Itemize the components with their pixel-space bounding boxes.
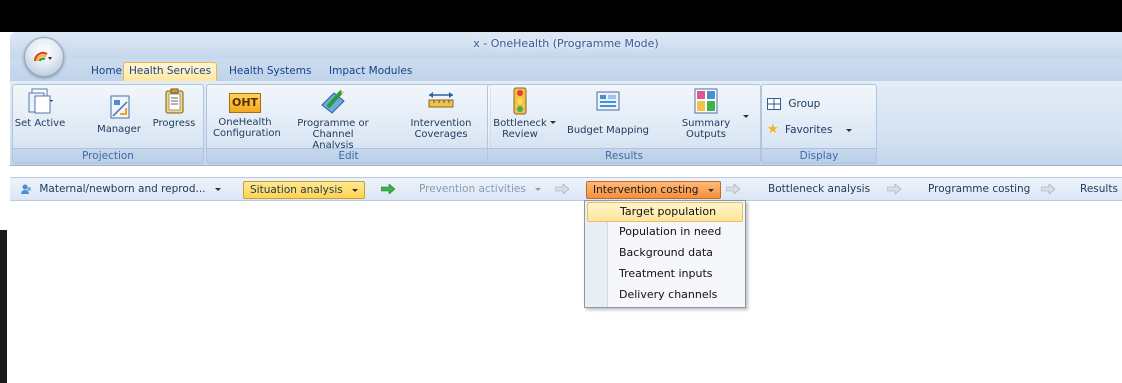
window-title: x - OneHealth (Programme Mode) [473, 37, 659, 50]
progress-label: Progress [152, 118, 196, 129]
gray-arrow-icon [887, 184, 901, 194]
tab-health-services[interactable]: Health Services [123, 62, 218, 81]
menu-item-target-population[interactable]: Target population [587, 202, 743, 222]
coverages-label-1: Intervention [410, 118, 472, 129]
group-display: Group ★ Favorites Display [761, 84, 877, 164]
tab-home[interactable]: Home [86, 63, 127, 81]
app-window: x - OneHealth (Programme Mode) Home Heal… [10, 32, 1122, 383]
onehealth-configuration-label-2: Configuration [213, 128, 281, 139]
clipboard-icon [165, 88, 184, 114]
intervention-costing-label: Intervention costing [593, 184, 699, 196]
favorites-dropdown-arrow [845, 128, 852, 132]
menu-item-treatment-inputs[interactable]: Treatment inputs [587, 264, 741, 284]
module-label: Maternal/newborn and reprod... [39, 183, 206, 195]
programme-channel-analysis-button[interactable]: Programme or Channel Analysis [293, 87, 373, 151]
onehealth-configuration-button[interactable]: OHT OneHealth Configuration [213, 87, 281, 139]
summary-label-1: Summary [681, 118, 731, 129]
budget-mapping-label: Budget Mapping [566, 125, 650, 136]
budget-mapping-icon [596, 91, 620, 111]
progress-button[interactable]: Progress [149, 87, 199, 129]
desktop-edge-dark [0, 230, 7, 383]
intervention-coverages-button[interactable]: Intervention Coverages [403, 87, 479, 140]
manager-icon [110, 95, 130, 119]
title-bar: x - OneHealth (Programme Mode) [10, 32, 1122, 59]
gray-arrow-icon [726, 184, 740, 194]
ribbon-panel: Set Active Manager Progress Projection O… [10, 81, 1122, 166]
group-button[interactable]: Group [767, 97, 820, 111]
step-results[interactable]: Results [1074, 181, 1122, 197]
display-group-label: Display [762, 148, 876, 163]
manager-button[interactable]: Manager [93, 93, 145, 135]
intervention-costing-menu: Target population Population in need Bac… [584, 200, 746, 308]
menu-item-population-in-need[interactable]: Population in need [587, 222, 741, 242]
projection-group-label: Projection [13, 148, 203, 163]
star-icon: ★ [767, 122, 779, 137]
prevention-activities-label: Prevention activities [419, 183, 526, 195]
tab-impact-modules[interactable]: Impact Modules [324, 63, 417, 81]
application-menu-button[interactable] [24, 37, 64, 77]
situation-analysis-label: Situation analysis [250, 184, 343, 196]
set-active-icon [28, 88, 53, 114]
ruler-icon [428, 92, 454, 108]
bottleneck-label-1: Bottleneck [493, 118, 547, 129]
manager-label: Manager [97, 124, 141, 135]
gray-arrow-icon [555, 184, 569, 194]
rainbow-logo-icon [33, 51, 52, 62]
set-active-label: Set Active [14, 118, 66, 129]
green-arrow-icon [381, 184, 395, 194]
favorites-button[interactable]: ★ Favorites [767, 123, 852, 137]
step-intervention-costing[interactable]: Intervention costing [586, 181, 721, 199]
programme-label-1: Programme or [297, 118, 369, 129]
edit-group-label: Edit [207, 148, 490, 163]
module-people-icon [21, 184, 31, 194]
group-results: Bottleneck Review Budget Mapping Summary… [487, 84, 761, 164]
step-bottleneck-analysis[interactable]: Bottleneck analysis [762, 181, 876, 197]
group-edit: OHT OneHealth Configuration Programme or… [206, 84, 491, 164]
traffic-light-icon [513, 87, 527, 115]
summary-grid-icon [694, 88, 718, 114]
onehealth-configuration-label-1: OneHealth [218, 117, 272, 128]
bottleneck-review-button[interactable]: Bottleneck Review [492, 87, 548, 140]
menu-item-background-data[interactable]: Background data [587, 243, 741, 263]
bottleneck-dropdown-arrow[interactable] [550, 115, 556, 129]
summary-dropdown-arrow[interactable] [743, 109, 749, 123]
grid-icon [767, 98, 781, 110]
favorites-label: Favorites [785, 124, 833, 136]
ribbon-tabs: Home Health Services Health Systems Impa… [10, 59, 1122, 81]
module-selector[interactable]: Maternal/newborn and reprod... [14, 181, 227, 197]
summary-outputs-button[interactable]: Summary Outputs [678, 87, 734, 140]
desktop-background [0, 0, 1122, 32]
gray-arrow-icon [1041, 184, 1055, 194]
oht-icon: OHT [229, 93, 261, 113]
step-programme-costing[interactable]: Programme costing [922, 181, 1036, 197]
group-projection: Set Active Manager Progress Projection [12, 84, 204, 164]
summary-label-2: Outputs [686, 129, 726, 140]
group-label: Group [788, 98, 821, 110]
bottleneck-label-2: Review [502, 129, 538, 140]
set-active-button[interactable]: Set Active [13, 87, 67, 129]
step-prevention-activities[interactable]: Prevention activities [413, 181, 547, 197]
pencil-book-icon [321, 89, 345, 114]
results-group-label: Results [488, 148, 760, 163]
budget-mapping-button[interactable]: Budget Mapping [562, 87, 654, 136]
step-situation-analysis[interactable]: Situation analysis [243, 181, 366, 199]
menu-item-delivery-channels[interactable]: Delivery channels [587, 285, 741, 305]
workflow-bar: Maternal/newborn and reprod... Situation… [10, 177, 1122, 201]
coverages-label-2: Coverages [414, 129, 468, 140]
tab-health-systems[interactable]: Health Systems [224, 63, 316, 81]
